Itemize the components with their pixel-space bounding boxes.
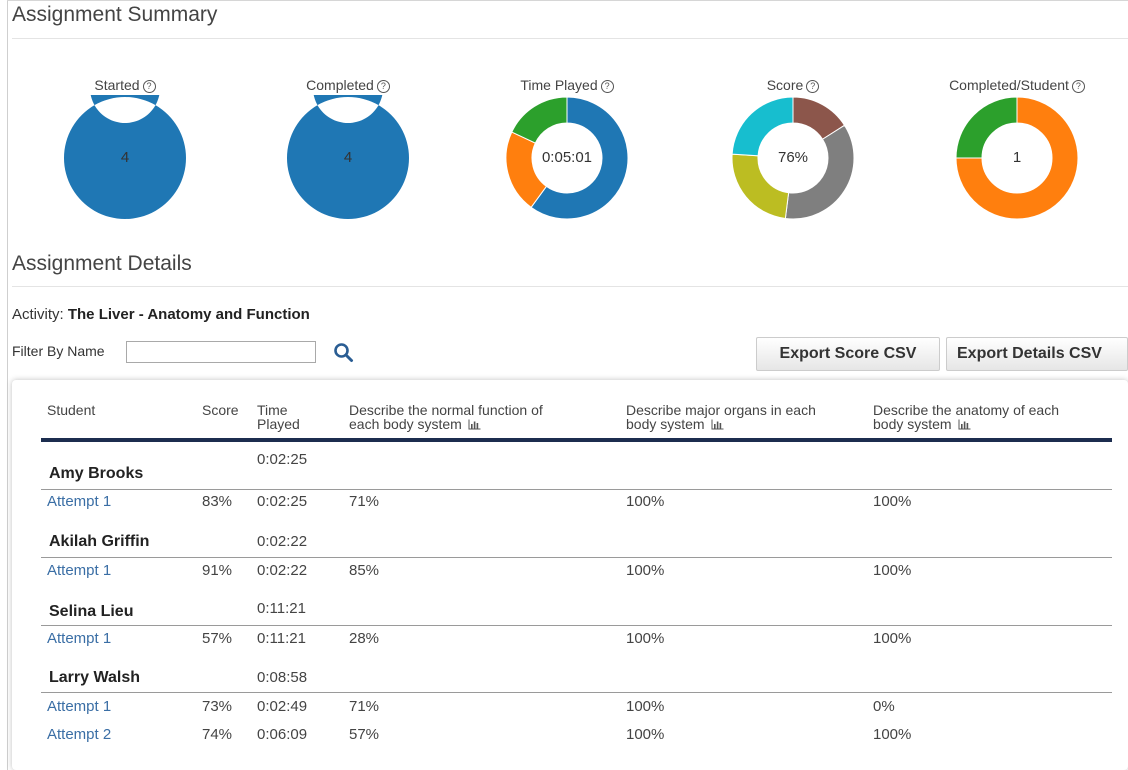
donut-chart: 1 (954, 95, 1080, 221)
donut-label: Completed/Student? (922, 75, 1112, 95)
activity-line: Activity: The Liver - Anatomy and Functi… (12, 306, 310, 323)
attempt-link[interactable]: Attempt 1 (47, 698, 111, 715)
donut-chart: 4 (285, 95, 411, 221)
column-header-question-1: Describe the normal function of each body… (349, 402, 543, 432)
donut-center-value: 1 (1012, 149, 1022, 166)
activity-name: The Liver - Anatomy and Function (67, 306, 310, 323)
attempt-score: 57% (202, 630, 233, 647)
student-name: Selina Lieu (49, 603, 134, 620)
donut-center-value: 4 (343, 149, 353, 166)
donut-center-value: 4 (120, 149, 130, 166)
help-icon[interactable]: ? (142, 80, 156, 93)
donut-chart: 76% (730, 95, 856, 221)
donut-label: Completed? (253, 75, 443, 95)
column-header-time-played: Time Played (257, 402, 300, 432)
attempt-time: 0:02:22 (257, 562, 308, 579)
donut-chart: 4 (62, 95, 188, 221)
attempt-q3: 100% (873, 726, 912, 743)
attempt-link[interactable]: Attempt 1 (47, 493, 111, 510)
attempt-link[interactable]: Attempt 1 (47, 630, 111, 647)
student-name-row: Larry Walsh 0:08:58 (12, 669, 1128, 693)
attempt-score: 73% (202, 698, 233, 715)
attempt-score: 74% (202, 726, 233, 743)
bar-chart-icon[interactable] (468, 418, 481, 432)
attempt-row: Attempt 1 73% 0:02:49 71% 100% 0% (12, 698, 1128, 722)
activity-label: Activity: (12, 306, 64, 323)
search-icon[interactable] (332, 341, 356, 365)
donut-label: Time Played? (472, 75, 662, 95)
attempt-row: Attempt 1 91% 0:02:22 85% 100% 100% (12, 562, 1128, 586)
attempt-row: Attempt 1 57% 0:11:21 28% 100% 100% (12, 630, 1128, 654)
attempt-q2: 100% (626, 493, 665, 510)
bar-chart-icon[interactable] (958, 418, 971, 432)
student-name: Larry Walsh (49, 669, 140, 686)
student-total-time: 0:08:58 (257, 669, 308, 686)
attempt-score: 83% (202, 493, 233, 510)
summary-heading: Assignment Summary (12, 3, 218, 26)
attempt-q1: 71% (349, 493, 380, 510)
row-divider (41, 692, 1112, 693)
attempt-q2: 100% (626, 562, 665, 579)
export-details-csv-button[interactable]: Export Details CSV (946, 337, 1128, 371)
donut-label: Score? (698, 75, 888, 95)
bar-chart-icon[interactable] (711, 418, 724, 432)
help-icon[interactable]: ? (600, 80, 614, 93)
row-divider (41, 625, 1112, 626)
student-name: Amy Brooks (49, 465, 144, 482)
column-header-question-2: Describe major organs in each body system (626, 402, 816, 432)
attempt-score: 91% (202, 562, 233, 579)
help-icon[interactable]: ? (806, 80, 820, 93)
help-icon[interactable]: ? (1071, 80, 1085, 93)
attempt-link[interactable]: Attempt 1 (47, 562, 111, 579)
donut-center-value: 76% (777, 149, 809, 166)
attempt-row: Attempt 1 83% 0:02:25 71% 100% 100% (12, 493, 1128, 517)
attempt-q2: 100% (626, 698, 665, 715)
page-frame-top (7, 0, 1128, 1)
donut-completed-per-student: Completed/Student? 1 (922, 75, 1112, 221)
details-heading: Assignment Details (12, 252, 192, 275)
attempt-row: Attempt 2 74% 0:06:09 57% 100% 100% (12, 726, 1128, 750)
donut-started: Started? 4 (30, 75, 220, 221)
student-name-row: Amy Brooks (12, 465, 1128, 489)
header-divider (41, 438, 1112, 442)
donut-chart: 0:05:01 (504, 95, 630, 221)
attempt-link[interactable]: Attempt 2 (47, 726, 111, 743)
donut-score: Score? 76% (698, 75, 888, 221)
filter-name-input[interactable] (126, 341, 316, 363)
donut-center-value: 0:05:01 (541, 149, 593, 166)
attempt-q1: 85% (349, 562, 380, 579)
page-frame-left (7, 0, 8, 770)
student-total-time: 0:02:22 (257, 533, 308, 550)
row-divider (41, 489, 1112, 490)
attempt-q1: 57% (349, 726, 380, 743)
filter-label: Filter By Name (12, 343, 105, 359)
summary-divider (12, 38, 1128, 39)
donut-completed: Completed? 4 (253, 75, 443, 221)
attempt-q3: 100% (873, 493, 912, 510)
donut-label: Started? (30, 75, 220, 95)
export-score-csv-button[interactable]: Export Score CSV (756, 337, 940, 371)
attempt-q2: 100% (626, 630, 665, 647)
student-name: Akilah Griffin (49, 533, 150, 550)
attempt-time: 0:06:09 (257, 726, 308, 743)
results-table: Student Score Time Played Describe the no… (12, 380, 1128, 770)
student-name-row: Selina Lieu (12, 603, 1128, 627)
column-header-score: Score (202, 402, 239, 418)
attempt-q2: 100% (626, 726, 665, 743)
attempt-q3: 100% (873, 630, 912, 647)
row-divider (41, 557, 1112, 558)
details-divider (12, 286, 1128, 287)
attempt-time: 0:02:49 (257, 698, 308, 715)
attempt-q1: 28% (349, 630, 380, 647)
attempt-q3: 100% (873, 562, 912, 579)
attempt-q1: 71% (349, 698, 380, 715)
column-header-question-3: Describe the anatomy of each body system (873, 402, 1059, 432)
student-name-row: Akilah Griffin 0:02:22 (12, 533, 1128, 557)
help-icon[interactable]: ? (376, 80, 390, 93)
attempt-time: 0:02:25 (257, 493, 308, 510)
attempt-time: 0:11:21 (257, 630, 306, 647)
donut-time-played: Time Played? 0:05:01 (472, 75, 662, 221)
column-header-student: Student (47, 402, 96, 418)
attempt-q3: 0% (873, 698, 895, 715)
